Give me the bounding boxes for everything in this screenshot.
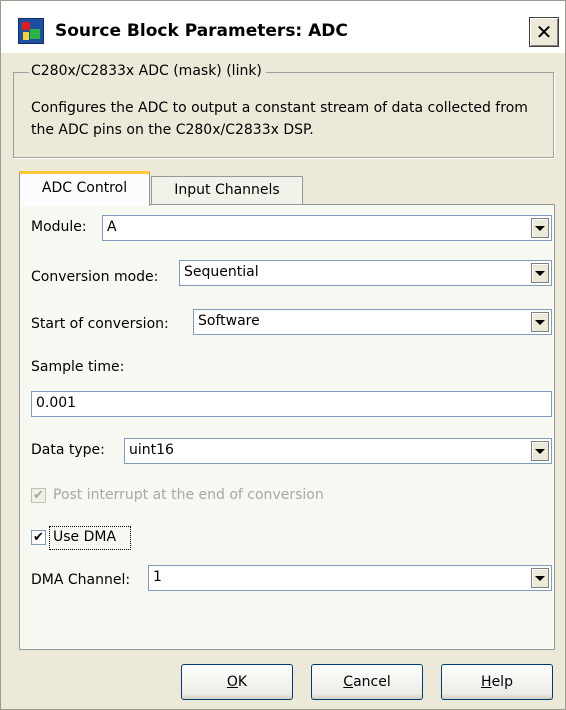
simulink-block-icon bbox=[18, 18, 44, 44]
dma-channel-value: 1 bbox=[153, 569, 162, 585]
module-label: Module: bbox=[31, 219, 87, 235]
data-type-dropdown[interactable]: uint16 bbox=[124, 438, 552, 464]
cancel-button[interactable]: Cancel bbox=[311, 664, 423, 700]
block-description: Configures the ADC to output a constant … bbox=[31, 100, 528, 138]
close-icon: ✕ bbox=[535, 20, 553, 44]
use-dma-checkbox[interactable]: ✔ bbox=[31, 530, 46, 545]
chevron-down-icon[interactable] bbox=[531, 568, 549, 588]
help-button[interactable]: Help bbox=[441, 664, 553, 700]
conversion-mode-label: Conversion mode: bbox=[31, 269, 159, 285]
chevron-down-icon[interactable] bbox=[531, 218, 549, 238]
start-of-conversion-value: Software bbox=[198, 313, 260, 329]
conversion-mode-dropdown[interactable]: Sequential bbox=[179, 260, 552, 286]
dialog-window: Source Block Parameters: ADC ✕ C280x/C28… bbox=[0, 0, 566, 710]
module-dropdown[interactable]: A bbox=[102, 215, 552, 241]
dma-channel-dropdown[interactable]: 1 bbox=[148, 565, 552, 591]
tab-input-channels[interactable]: Input Channels bbox=[151, 176, 303, 205]
module-value: A bbox=[107, 219, 117, 235]
window-title: Source Block Parameters: ADC bbox=[55, 21, 348, 41]
start-of-conversion-dropdown[interactable]: Software bbox=[193, 309, 552, 335]
chevron-down-icon[interactable] bbox=[531, 312, 549, 332]
sample-time-value: 0.001 bbox=[36, 395, 77, 411]
chevron-down-icon[interactable] bbox=[531, 441, 549, 461]
ok-button[interactable]: OK bbox=[181, 664, 293, 700]
post-interrupt-checkbox: ✔ bbox=[31, 488, 46, 503]
group-legend: C280x/C2833x ADC (mask) (link) bbox=[29, 63, 266, 79]
sample-time-label: Sample time: bbox=[31, 359, 125, 375]
start-of-conversion-label: Start of conversion: bbox=[31, 316, 169, 332]
data-type-label: Data type: bbox=[31, 442, 105, 458]
conversion-mode-value: Sequential bbox=[184, 264, 259, 280]
data-type-value: uint16 bbox=[129, 442, 174, 458]
sample-time-input[interactable]: 0.001 bbox=[31, 391, 552, 417]
dma-channel-label: DMA Channel: bbox=[31, 572, 131, 588]
close-button[interactable]: ✕ bbox=[529, 17, 559, 47]
post-interrupt-label: Post interrupt at the end of conversion bbox=[53, 487, 324, 503]
use-dma-label[interactable]: Use DMA bbox=[53, 529, 116, 545]
chevron-down-icon[interactable] bbox=[531, 263, 549, 283]
tab-adc-control[interactable]: ADC Control bbox=[19, 171, 150, 206]
title-bar[interactable]: Source Block Parameters: ADC ✕ bbox=[1, 1, 565, 53]
